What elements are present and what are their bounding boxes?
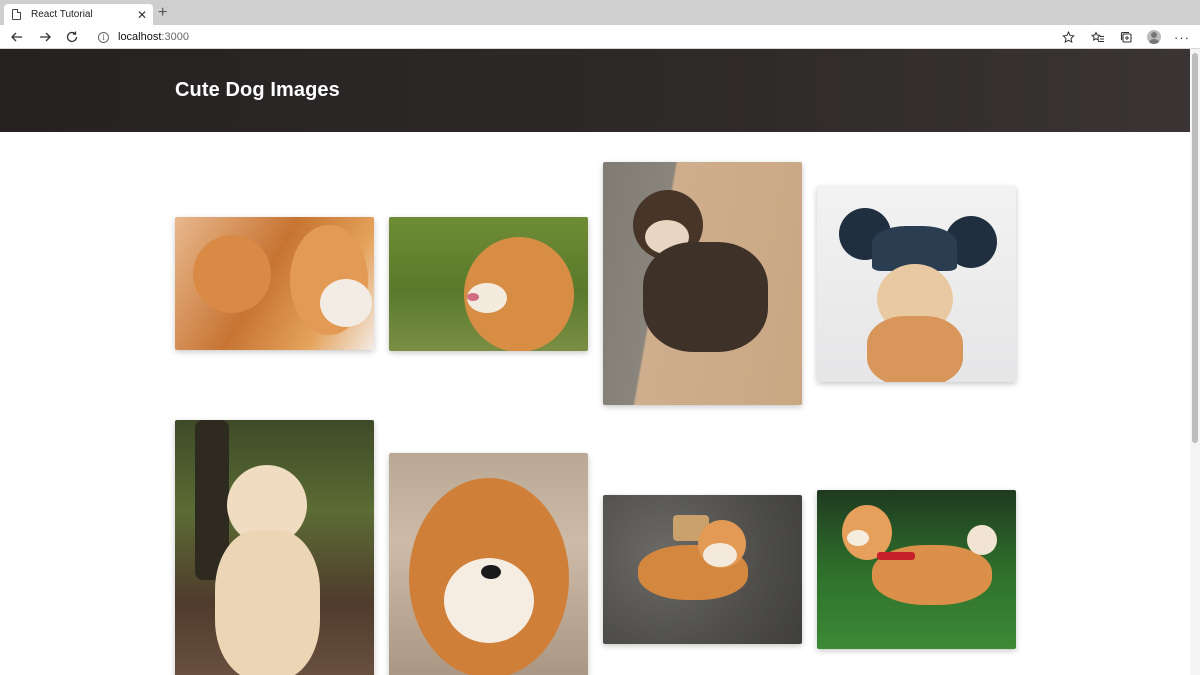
- close-tab-icon[interactable]: ✕: [137, 8, 147, 22]
- muzzle-shape: [703, 543, 737, 567]
- page-icon: [12, 9, 21, 20]
- scrollbar-thumb[interactable]: [1192, 53, 1198, 443]
- dog-photo: [817, 490, 1016, 649]
- vertical-scrollbar[interactable]: [1190, 49, 1200, 675]
- browser-toolbar: i localhost:3000 ···: [0, 25, 1200, 49]
- harness-shape: [877, 552, 915, 560]
- page-header: Cute Dog Images: [0, 49, 1190, 132]
- dog-photo: [603, 162, 802, 405]
- body-shape: [643, 242, 768, 352]
- forward-icon[interactable]: [35, 27, 55, 47]
- new-tab-icon[interactable]: +: [158, 4, 167, 22]
- dog-image-card[interactable]: [817, 490, 1016, 649]
- url-text: localhost:3000: [118, 31, 189, 43]
- dog-image-card[interactable]: [603, 495, 802, 644]
- tab-title: React Tutorial: [31, 9, 93, 20]
- dog-image-card[interactable]: [175, 420, 374, 675]
- collections-icon[interactable]: [1115, 27, 1137, 47]
- page-title: Cute Dog Images: [175, 79, 340, 101]
- dog-image-card[interactable]: [817, 186, 1016, 382]
- dog-photo: [817, 186, 1016, 382]
- star-icon[interactable]: [1057, 27, 1079, 47]
- refresh-icon[interactable]: [62, 27, 82, 47]
- back-icon[interactable]: [7, 27, 27, 47]
- dog-photo: [175, 217, 374, 350]
- muzzle-shape: [320, 279, 372, 327]
- favorites-icon[interactable]: [1087, 27, 1109, 47]
- profile-icon[interactable]: [1143, 27, 1165, 47]
- address-bar[interactable]: i localhost:3000: [90, 27, 1080, 47]
- avatar: [1147, 30, 1161, 44]
- dog-image-card[interactable]: [175, 217, 374, 350]
- body-shape: [867, 316, 963, 382]
- dog-photo: [175, 420, 374, 675]
- nose-shape: [481, 565, 501, 579]
- tab-strip: React Tutorial ✕ +: [0, 0, 1200, 25]
- body-shape: [215, 530, 320, 675]
- tail-shape: [967, 525, 997, 555]
- browser-tab[interactable]: React Tutorial ✕: [4, 4, 153, 25]
- more-icon[interactable]: ···: [1171, 27, 1193, 47]
- page-viewport: Cute Dog Images: [0, 49, 1190, 675]
- dog-image-card[interactable]: [603, 162, 802, 405]
- tail-shape: [193, 235, 271, 313]
- dog-photo: [389, 217, 588, 351]
- url-port: :3000: [161, 31, 189, 43]
- info-icon[interactable]: i: [98, 31, 109, 43]
- dog-image-card[interactable]: [389, 217, 588, 351]
- dog-photo: [603, 495, 802, 644]
- dog-image-card[interactable]: [389, 453, 588, 675]
- url-host: localhost: [118, 31, 162, 43]
- tongue-shape: [467, 293, 479, 301]
- dog-photo: [389, 453, 588, 675]
- muzzle-shape: [847, 530, 869, 546]
